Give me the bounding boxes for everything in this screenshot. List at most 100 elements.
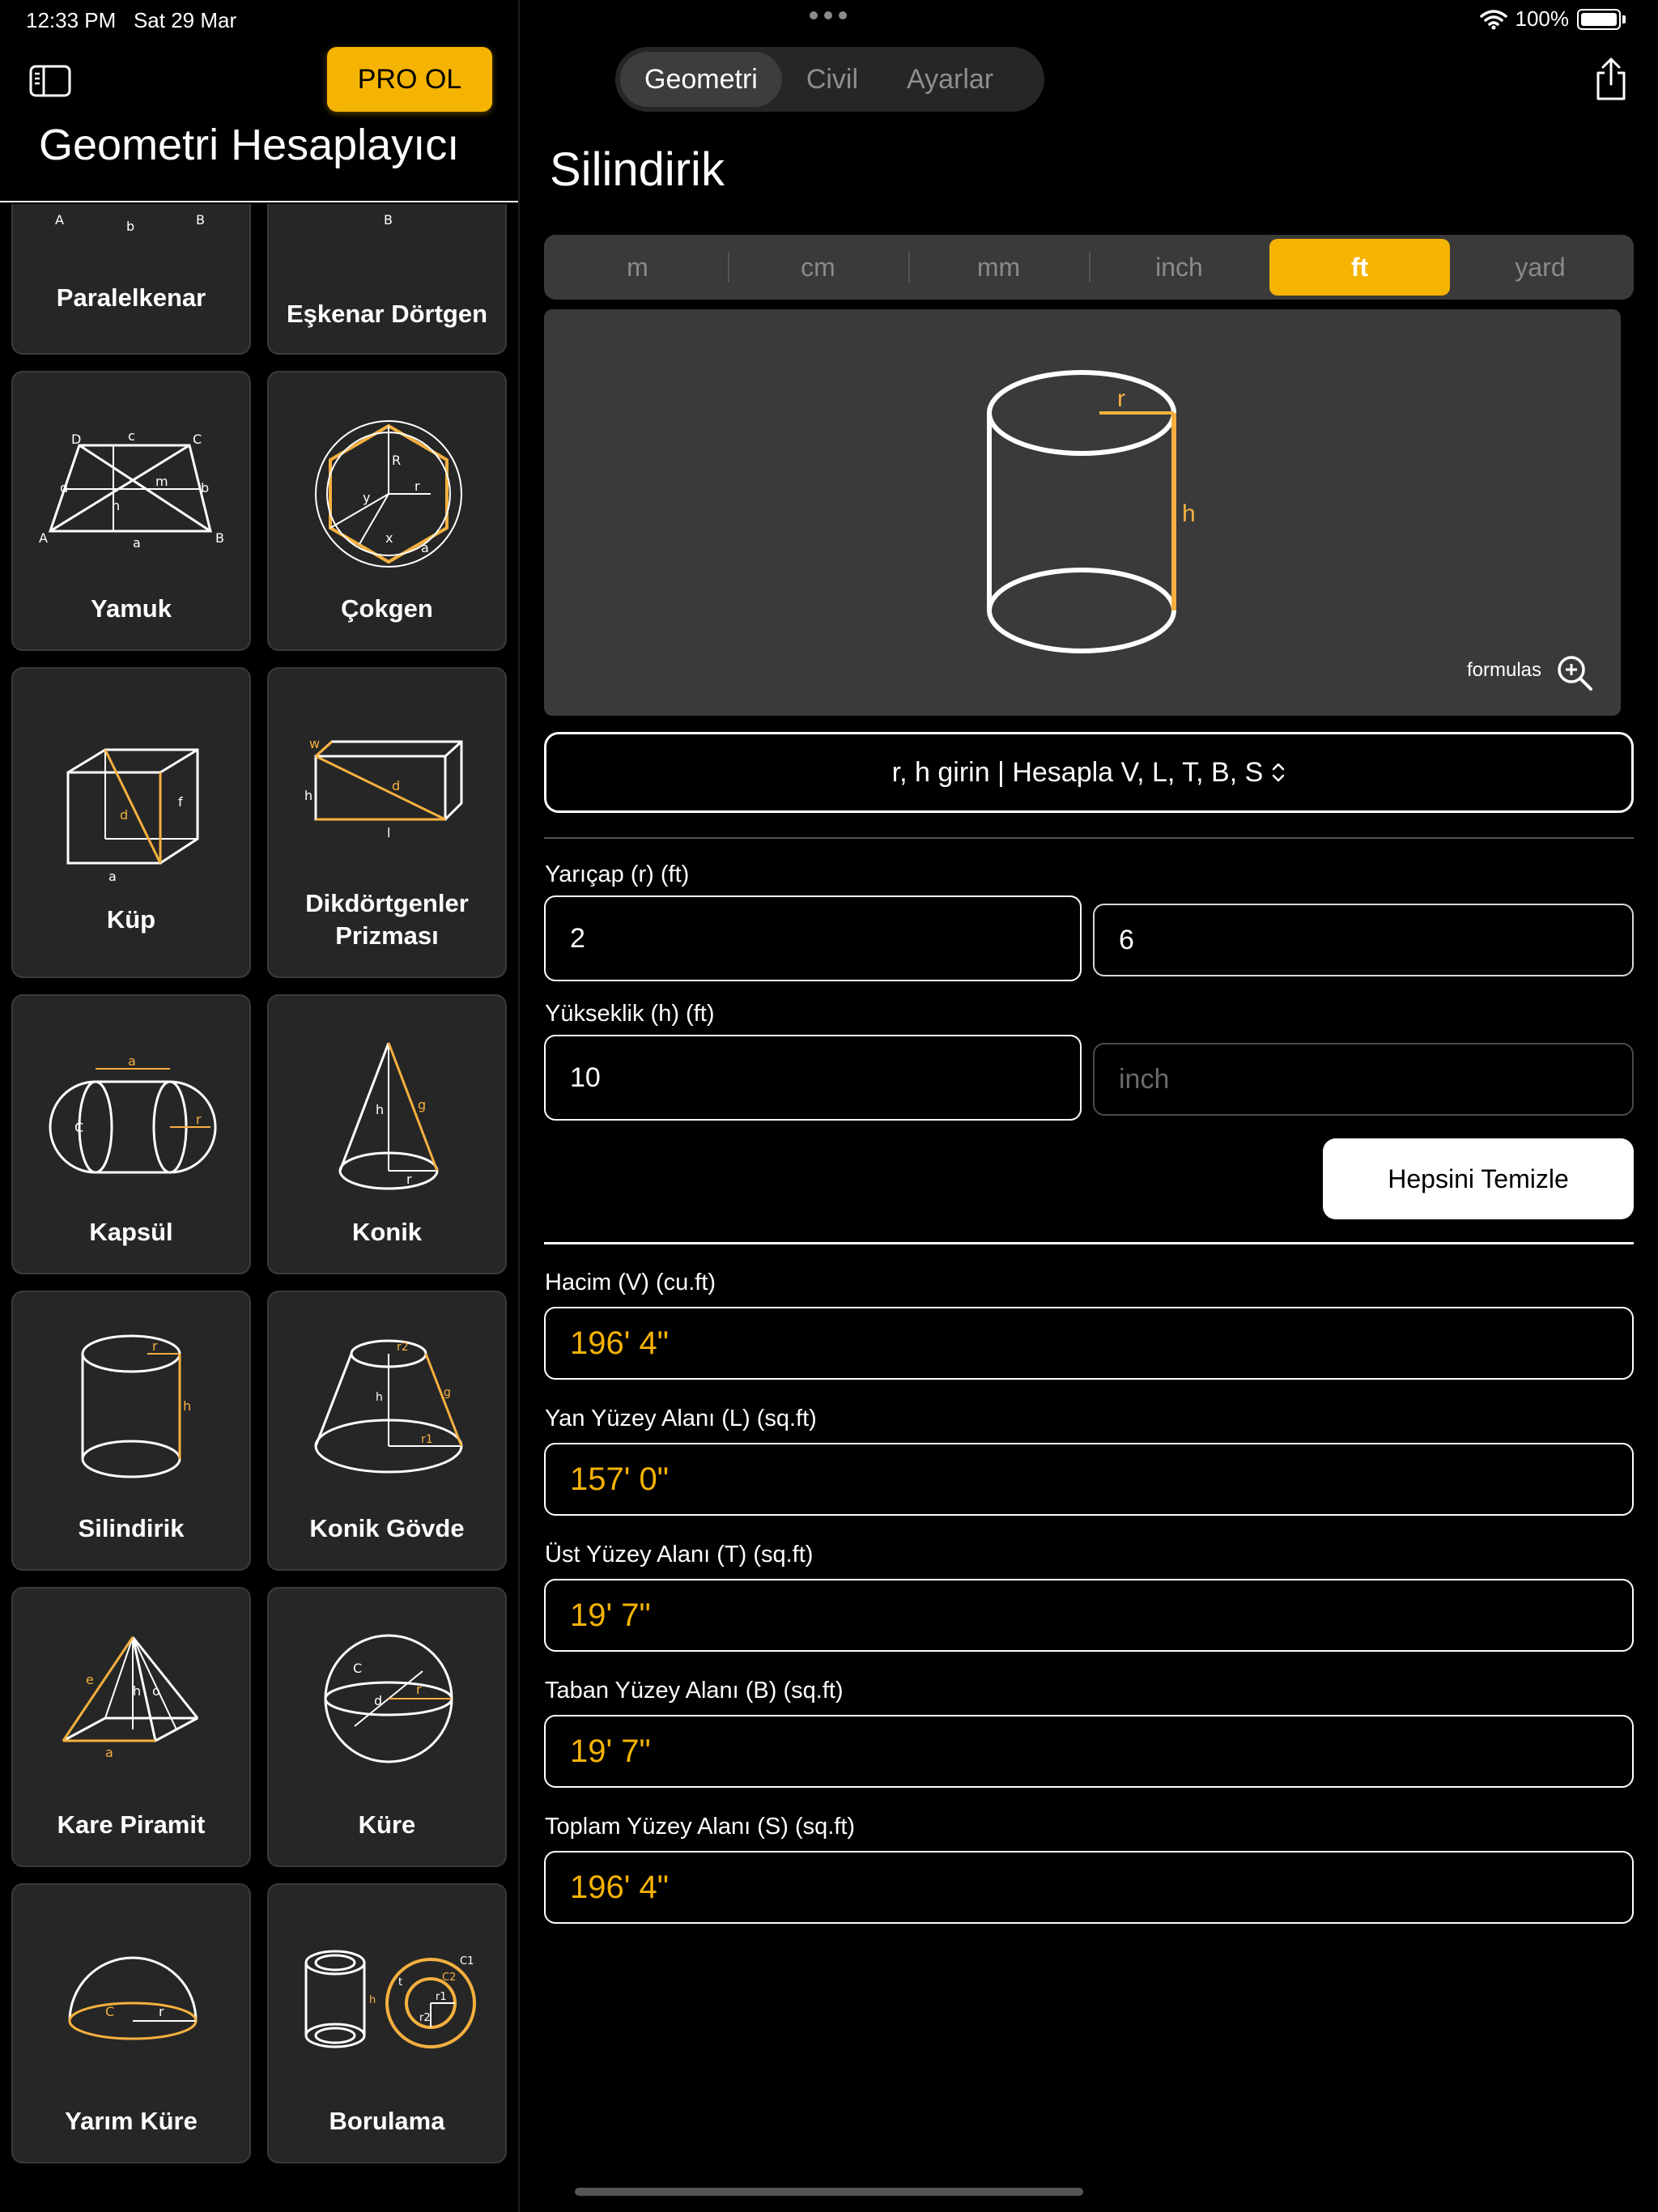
svg-text:h: h: [304, 788, 312, 803]
svg-text:d: d: [392, 778, 400, 793]
divider: [544, 837, 1634, 839]
shape-tile-pipe[interactable]: h t C1 C2 r1 r2 Borulama: [267, 1883, 507, 2163]
shape-label: Dikdörtgenler Prizması: [305, 889, 469, 950]
svg-text:h: h: [376, 1102, 384, 1117]
total-area-result: 196' 4": [544, 1851, 1634, 1924]
shape-tile-rectangular-prism[interactable]: w h d l Dikdörtgenler Prizması: [267, 667, 507, 978]
svg-text:g: g: [444, 1386, 451, 1399]
shape-tile-square-pyramid[interactable]: e ho a Kare Piramit: [11, 1587, 251, 1867]
height-label-text: Yükseklik (h) (ft): [545, 1001, 715, 1027]
svg-text:R: R: [392, 453, 401, 468]
svg-text:D: D: [71, 432, 81, 447]
svg-text:r: r: [159, 2004, 164, 2019]
page-title: Silindirik: [550, 143, 725, 196]
base-area-label: Taban Yüzey Alanı (B) (sq.ft): [545, 1678, 844, 1704]
svg-text:a: a: [421, 540, 429, 555]
volume-result: 196' 4": [544, 1307, 1634, 1380]
volume-label: Hacim (V) (cu.ft): [545, 1270, 716, 1295]
unit-selector: m cm mm inch ft yard: [544, 235, 1634, 300]
unit-ft[interactable]: ft: [1269, 239, 1450, 296]
svg-text:d: d: [374, 1693, 382, 1708]
shape-label: Konik Gövde: [309, 1514, 465, 1542]
svg-text:C: C: [105, 2004, 114, 2019]
svg-text:o: o: [152, 1683, 160, 1699]
shape-label: Küre: [358, 1810, 416, 1839]
shape-label: Eşkenar Dörtgen: [286, 300, 488, 328]
shape-tile-frustum[interactable]: r2 h g r1 Konik Gövde: [267, 1291, 507, 1571]
svg-text:r1: r1: [436, 1991, 447, 2003]
svg-text:g: g: [418, 1097, 426, 1112]
radius-label-text: Yarıçap (r) (ft): [545, 861, 690, 887]
shape-tile-trapezoid[interactable]: D C c d b h m a A B Yamuk: [11, 371, 251, 651]
svg-text:h: h: [183, 1398, 191, 1414]
svg-text:e: e: [86, 1672, 94, 1687]
shape-grid[interactable]: A b B Paralelkenar B Eşkenar Dörtgen D C…: [0, 204, 518, 2212]
unit-yard[interactable]: yard: [1450, 239, 1630, 296]
svg-text:d: d: [60, 480, 68, 496]
pro-button[interactable]: PRO OL: [327, 47, 492, 112]
shape-tile-sphere[interactable]: Cd r Küre: [267, 1587, 507, 1867]
unit-m[interactable]: m: [547, 239, 728, 296]
tab-civil[interactable]: Civil: [782, 52, 882, 107]
rhombus-icon: B: [384, 212, 393, 228]
svg-text:x: x: [385, 530, 393, 546]
unit-inch[interactable]: inch: [1089, 239, 1269, 296]
tab-geometri[interactable]: Geometri: [620, 52, 782, 107]
calculation-mode-select[interactable]: r, h girin | Hesapla V, L, T, B, S: [544, 732, 1634, 813]
svg-text:r2: r2: [397, 1341, 409, 1354]
height-inch-input[interactable]: inch: [1093, 1043, 1634, 1116]
radius-inch-input[interactable]: 6: [1093, 904, 1634, 976]
unit-cm[interactable]: cm: [728, 239, 908, 296]
radius-ft-input[interactable]: 2: [544, 895, 1082, 981]
shape-tile-rhombus[interactable]: B Eşkenar Dörtgen: [267, 204, 507, 355]
svg-text:w: w: [309, 736, 320, 751]
chevron-up-down-icon: [1273, 763, 1285, 782]
svg-text:a: a: [128, 1053, 136, 1069]
svg-text:A: A: [55, 212, 64, 228]
sidebar-divider: [0, 201, 518, 202]
zoom-in-icon[interactable]: [1556, 654, 1593, 691]
sidebar: PRO OL Geometri Hesaplayıcı A b B Parale…: [0, 0, 520, 2212]
app-title: Geometri Hesaplayıcı: [39, 121, 460, 169]
share-icon[interactable]: [1593, 57, 1629, 102]
svg-text:m: m: [155, 474, 168, 489]
results-divider: [544, 1242, 1634, 1244]
svg-text:C: C: [74, 1120, 83, 1135]
svg-text:b: b: [201, 480, 209, 496]
shape-tile-hemisphere[interactable]: Cr Yarım Küre: [11, 1883, 251, 2163]
tab-ayarlar[interactable]: Ayarlar: [882, 52, 1018, 107]
shape-tile-cylinder[interactable]: r h Silindirik: [11, 1291, 251, 1571]
svg-text:h: h: [112, 498, 120, 513]
shape-tile-polygon[interactable]: Rr y x a Çokgen: [267, 371, 507, 651]
figure-panel: r h formulas: [544, 309, 1621, 716]
shape-label: Silindirik: [78, 1514, 185, 1542]
svg-text:r: r: [416, 1682, 422, 1697]
sidebar-toggle-icon[interactable]: [29, 65, 71, 97]
svg-text:d: d: [120, 807, 128, 823]
mode-label: r, h girin | Hesapla V, L, T, B, S: [891, 756, 1264, 788]
shape-label: Çokgen: [341, 594, 433, 623]
svg-text:y: y: [363, 490, 370, 505]
svg-text:B: B: [384, 212, 393, 228]
shape-label: Paralelkenar: [56, 283, 206, 312]
shape-tile-parallelogram[interactable]: A b B Paralelkenar: [11, 204, 251, 355]
home-indicator[interactable]: [575, 2188, 1083, 2196]
height-ft-input[interactable]: 10: [544, 1035, 1082, 1121]
svg-text:c: c: [128, 428, 135, 444]
shape-tile-capsule[interactable]: a r C Kapsül: [11, 994, 251, 1274]
shape-label: Yamuk: [91, 594, 172, 623]
lateral-area-label: Yan Yüzey Alanı (L) (sq.ft): [545, 1406, 817, 1431]
total-area-label: Toplam Yüzey Alanı (S) (sq.ft): [545, 1814, 856, 1840]
svg-text:r1: r1: [421, 1433, 433, 1446]
shape-tile-cube[interactable]: d f a Küp: [11, 667, 251, 978]
shape-tile-cone[interactable]: h g r Konik: [267, 994, 507, 1274]
formulas-link[interactable]: formulas: [1467, 659, 1541, 682]
unit-mm[interactable]: mm: [908, 239, 1089, 296]
top-area-result: 19' 7": [544, 1579, 1634, 1652]
height-label: h: [1182, 500, 1196, 527]
cylinder-figure: r h: [987, 370, 1196, 653]
svg-text:b: b: [126, 219, 134, 234]
clear-all-button[interactable]: Hepsini Temizle: [1323, 1138, 1634, 1219]
svg-text:B: B: [215, 530, 224, 546]
shape-label: Küp: [106, 905, 156, 934]
